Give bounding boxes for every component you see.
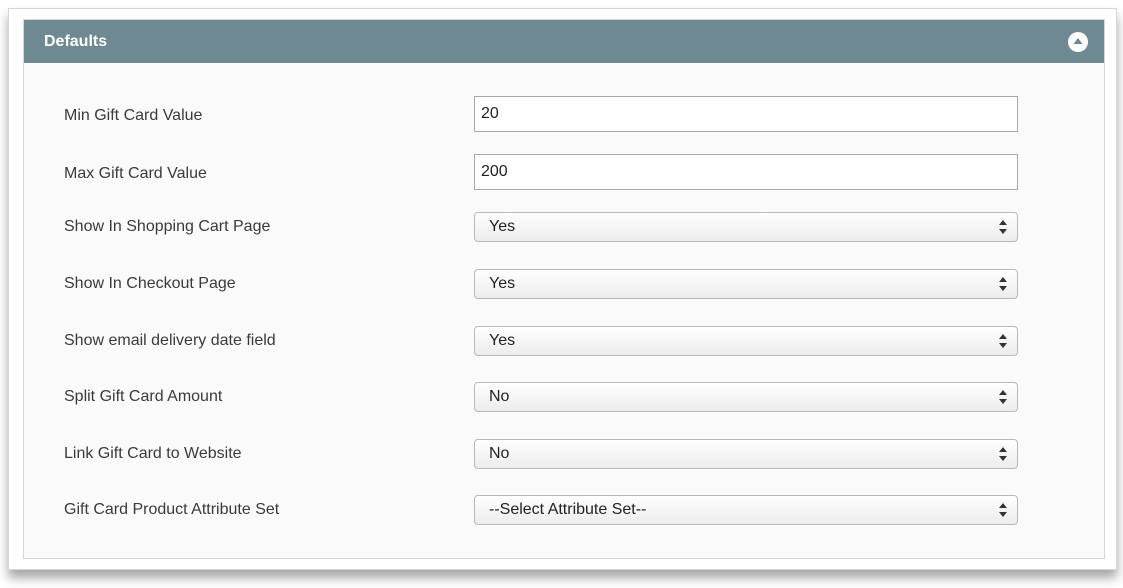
row-min-gift-card-value: Min Gift Card Value <box>24 96 1104 136</box>
min-gift-card-value-label: Min Gift Card Value <box>64 107 203 124</box>
panel-header[interactable]: Defaults <box>24 20 1104 63</box>
select-value: Yes <box>489 218 516 235</box>
select-arrows-icon <box>999 334 1007 348</box>
select-arrows-icon <box>999 220 1007 234</box>
show-in-checkout-page-label: Show In Checkout Page <box>64 275 236 292</box>
select-value: No <box>489 388 510 405</box>
row-link-gift-card-to-website: Link Gift Card to Website No <box>24 434 1104 474</box>
select-value: --Select Attribute Set-- <box>489 501 647 518</box>
window-frame: Defaults Min Gift Card Value Max Gift Ca… <box>8 8 1117 570</box>
max-gift-card-value-input[interactable] <box>474 154 1018 190</box>
split-gift-card-amount-select[interactable]: No <box>474 382 1018 412</box>
select-value: Yes <box>489 275 516 292</box>
row-max-gift-card-value: Max Gift Card Value <box>24 154 1104 194</box>
select-arrows-icon <box>999 277 1007 291</box>
link-gift-card-to-website-label: Link Gift Card to Website <box>64 445 242 462</box>
row-split-gift-card-amount: Split Gift Card Amount No <box>24 377 1104 417</box>
show-email-delivery-date-field-select[interactable]: Yes <box>474 326 1018 356</box>
panel-title: Defaults <box>44 33 108 50</box>
show-in-shopping-cart-page-label: Show In Shopping Cart Page <box>64 218 271 235</box>
select-value: Yes <box>489 332 516 349</box>
show-in-shopping-cart-page-select[interactable]: Yes <box>474 212 1018 242</box>
chevron-up-circle-icon[interactable] <box>1068 32 1088 52</box>
select-arrows-icon <box>999 447 1007 461</box>
split-gift-card-amount-label: Split Gift Card Amount <box>64 388 223 405</box>
gift-card-product-attribute-set-select[interactable]: --Select Attribute Set-- <box>474 495 1018 525</box>
row-show-in-checkout-page: Show In Checkout Page Yes <box>24 264 1104 304</box>
row-show-email-delivery-date-field: Show email delivery date field Yes <box>24 321 1104 361</box>
select-arrows-icon <box>999 503 1007 517</box>
show-email-delivery-date-field-label: Show email delivery date field <box>64 332 276 349</box>
row-show-in-shopping-cart-page: Show In Shopping Cart Page Yes <box>24 207 1104 247</box>
show-in-checkout-page-select[interactable]: Yes <box>474 269 1018 299</box>
max-gift-card-value-label: Max Gift Card Value <box>64 165 207 182</box>
row-gift-card-product-attribute-set: Gift Card Product Attribute Set --Select… <box>24 490 1104 530</box>
defaults-panel: Defaults Min Gift Card Value Max Gift Ca… <box>23 19 1105 559</box>
select-arrows-icon <box>999 390 1007 404</box>
link-gift-card-to-website-select[interactable]: No <box>474 439 1018 469</box>
select-value: No <box>489 445 510 462</box>
gift-card-product-attribute-set-label: Gift Card Product Attribute Set <box>64 501 280 518</box>
min-gift-card-value-input[interactable] <box>474 96 1018 132</box>
